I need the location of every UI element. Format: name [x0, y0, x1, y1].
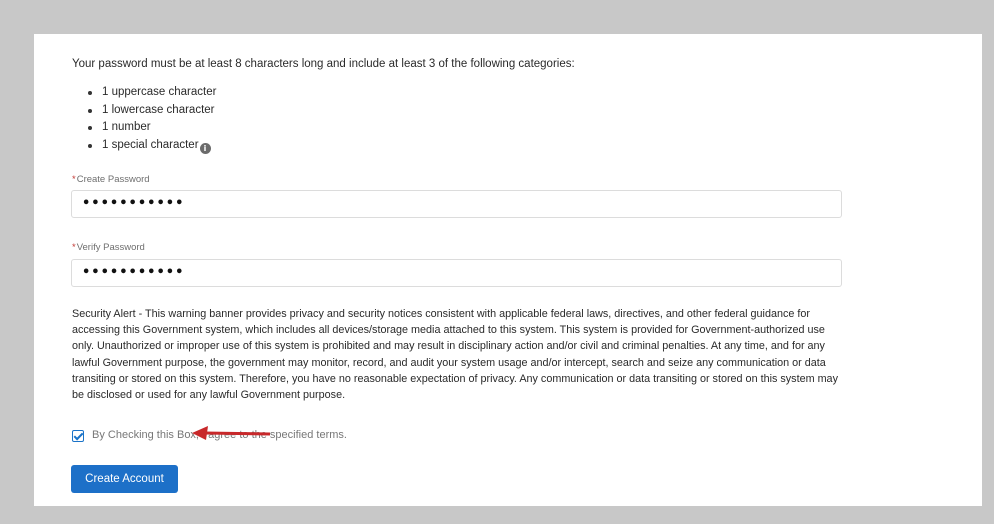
required-mark: *: [72, 174, 76, 185]
password-rules-intro: Your password must be at least 8 charact…: [72, 58, 575, 70]
password-rules-list: 1 uppercase character 1 lowercase charac…: [88, 84, 216, 154]
rule-item: 1 special character i: [88, 137, 216, 155]
verify-password-label: *Verify Password: [72, 242, 145, 253]
create-password-input[interactable]: •••••••••••: [71, 190, 842, 218]
rule-text: 1 lowercase character: [102, 103, 215, 116]
rule-text: 1 special character: [102, 138, 199, 151]
create-account-button[interactable]: Create Account: [71, 465, 178, 493]
rule-text: 1 uppercase character: [102, 86, 217, 98]
security-alert-text: Security Alert - This warning banner pro…: [72, 308, 838, 402]
signup-card: Your password must be at least 8 charact…: [34, 34, 982, 506]
create-password-label-text: Create Password: [76, 174, 150, 185]
verify-password-input[interactable]: •••••••••••: [71, 259, 842, 287]
rule-item: 1 number: [88, 119, 216, 137]
rule-item: 1 lowercase character: [88, 102, 216, 120]
rule-item: 1 uppercase character: [88, 84, 216, 102]
agree-checkbox[interactable]: [72, 430, 84, 442]
rule-text: 1 number: [102, 121, 151, 133]
info-icon[interactable]: i: [199, 142, 211, 154]
verify-password-label-text: Verify Password: [76, 242, 145, 253]
create-password-label: *Create Password: [72, 174, 150, 185]
required-mark: *: [72, 242, 76, 253]
annotation-arrow-icon: [192, 426, 271, 440]
